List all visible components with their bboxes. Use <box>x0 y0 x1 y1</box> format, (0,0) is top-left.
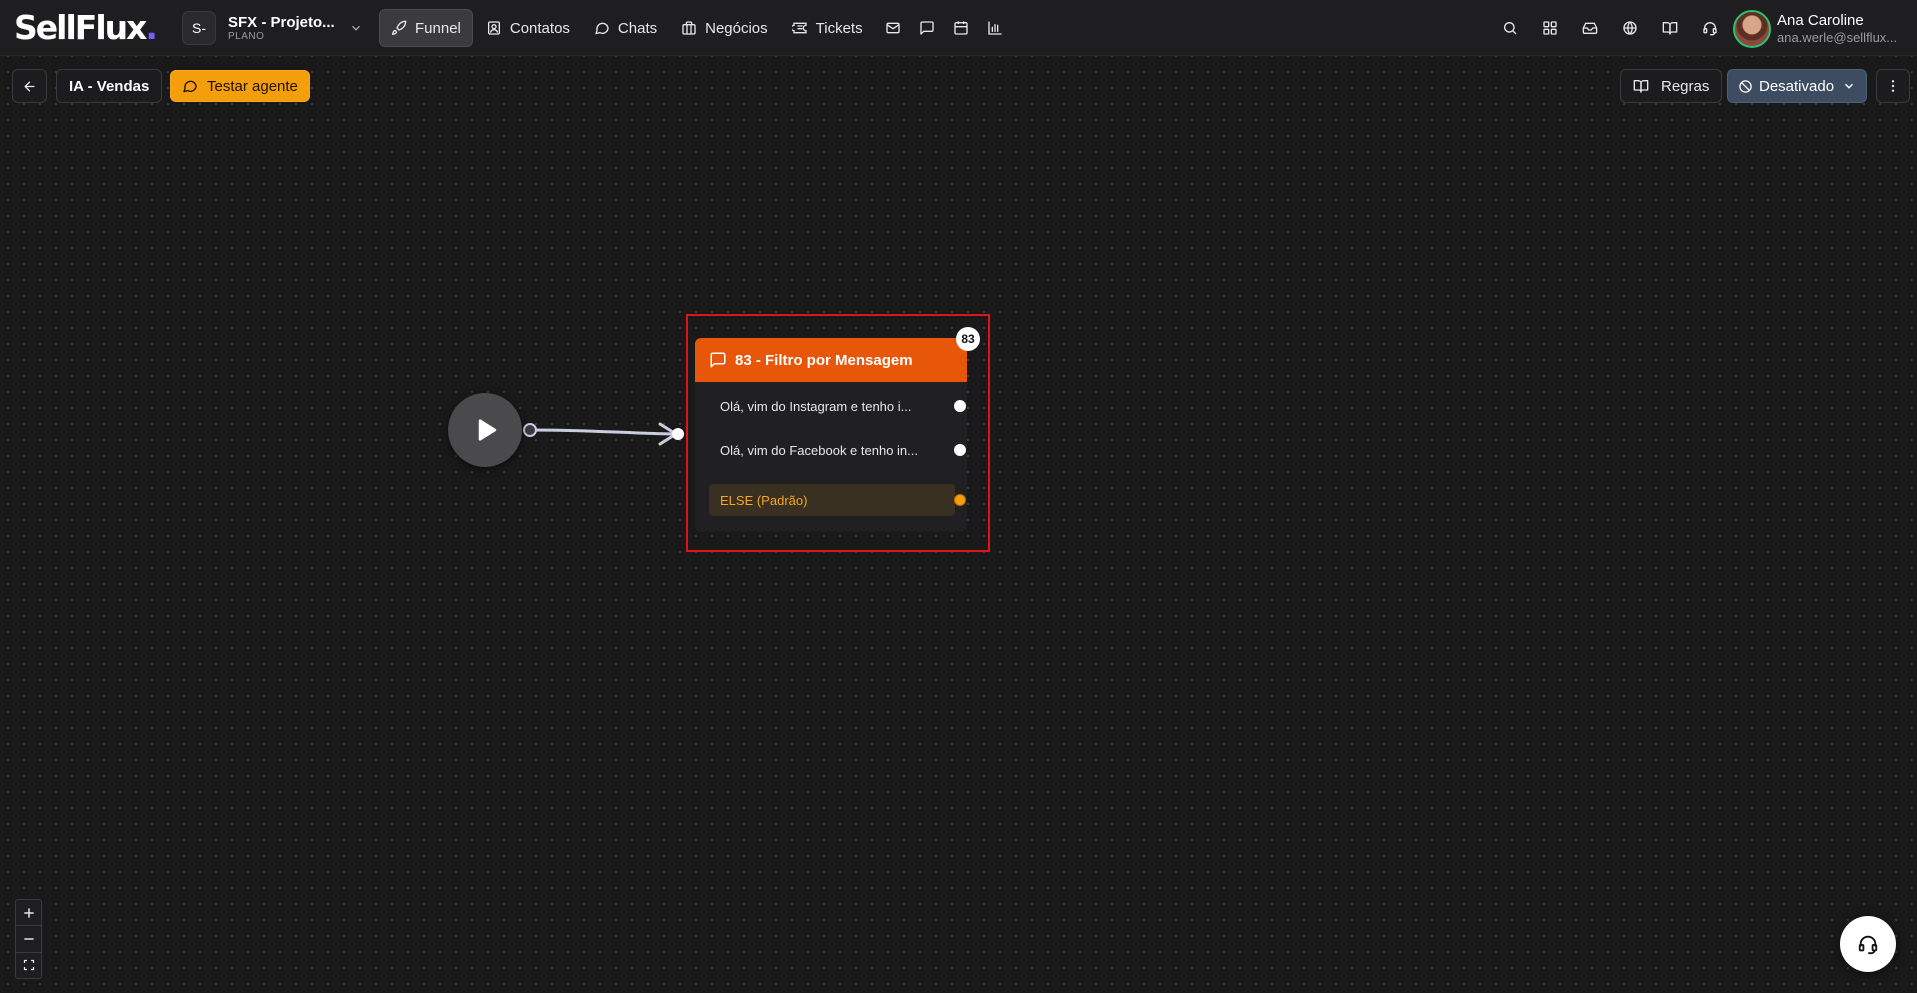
start-node[interactable] <box>448 393 522 467</box>
node-title: 83 - Filtro por Mensagem <box>735 351 913 369</box>
start-output-handle <box>523 423 537 437</box>
headset-icon <box>1858 935 1878 955</box>
message-square-icon <box>710 352 726 368</box>
expand-icon <box>23 960 34 971</box>
fit-view-button[interactable] <box>16 953 41 978</box>
minus-icon <box>23 938 34 940</box>
zoom-controls <box>15 899 42 979</box>
option-output-handle[interactable] <box>954 400 966 412</box>
support-chat-button[interactable] <box>1840 916 1896 972</box>
message-filter-node[interactable]: 83 - Filtro por Mensagem Olá, vim do Ins… <box>695 338 967 532</box>
node-header[interactable]: 83 - Filtro por Mensagem <box>695 338 967 382</box>
zoom-out-button[interactable] <box>16 926 41 953</box>
node-option-facebook[interactable]: Olá, vim do Facebook e tenho in... <box>709 434 955 466</box>
option-output-handle[interactable] <box>954 444 966 456</box>
node-input-handle <box>672 428 684 440</box>
plus-icon <box>23 907 34 918</box>
node-id-badge: 83 <box>956 327 980 351</box>
play-icon <box>478 419 497 441</box>
else-output-handle[interactable] <box>954 494 966 506</box>
node-option-else[interactable]: ELSE (Padrão) <box>709 484 955 516</box>
zoom-in-button[interactable] <box>16 900 41 927</box>
node-option-instagram[interactable]: Olá, vim do Instagram e tenho i... <box>709 390 955 422</box>
